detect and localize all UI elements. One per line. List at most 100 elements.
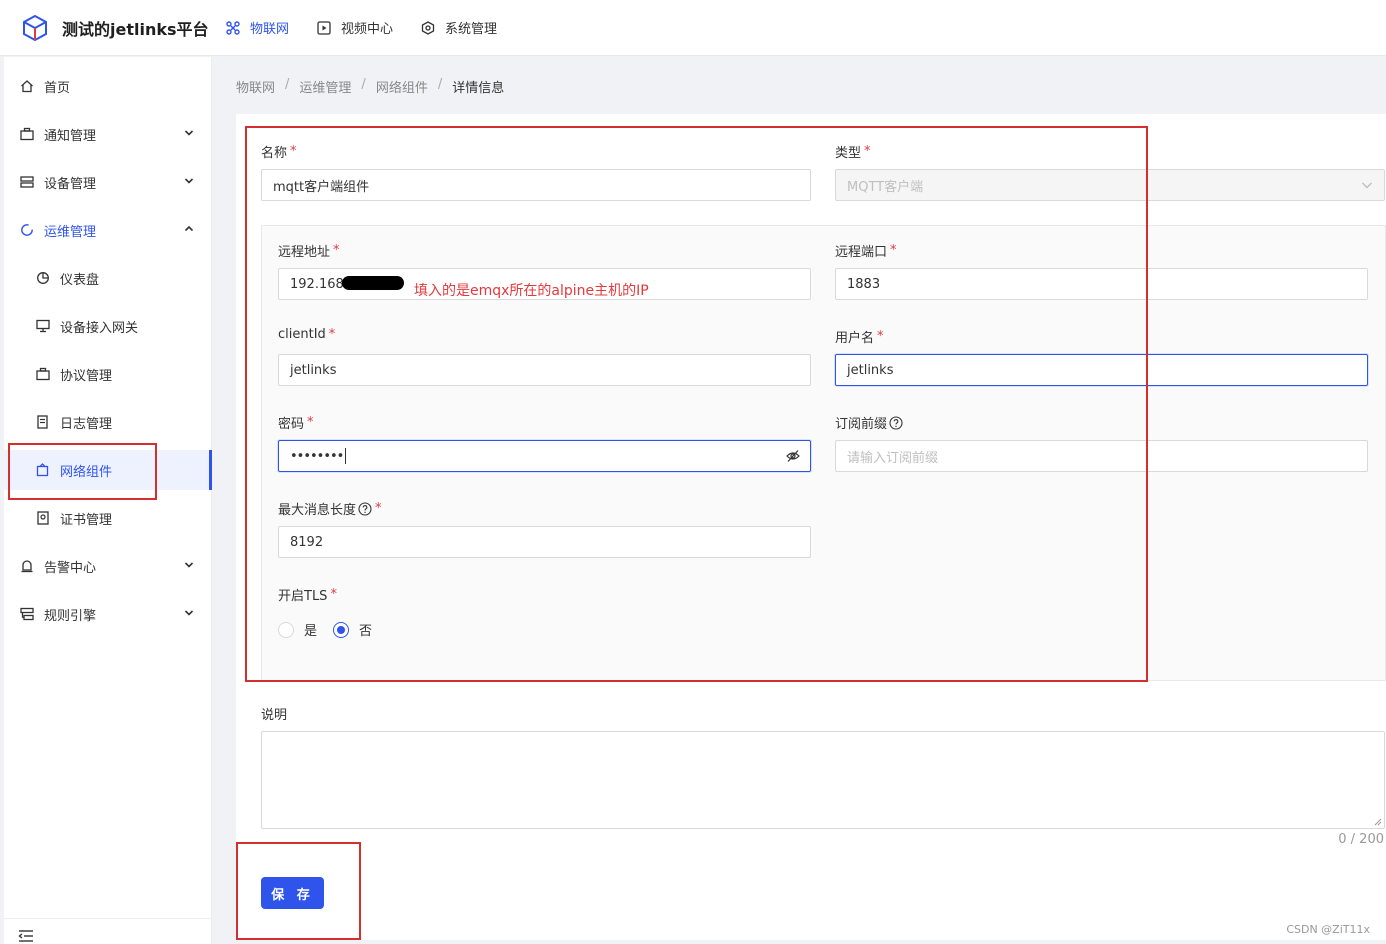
sidebar-item-gateway[interactable]: 设备接入网关 <box>4 306 212 346</box>
play-icon <box>317 20 331 35</box>
tls-label: 开启TLS * <box>278 587 337 604</box>
top-header: 测试的jetlinks平台 物联网 视频中心 系统管理 <box>0 0 1386 56</box>
eye-invisible-icon[interactable] <box>786 449 800 463</box>
chevron-down-icon <box>184 130 194 136</box>
sidebar-item-label: 日志管理 <box>60 416 113 432</box>
monitor-icon <box>36 319 50 333</box>
sidebar-item-notify[interactable]: 通知管理 <box>4 114 212 154</box>
chevron-down-icon <box>1362 182 1372 189</box>
remote-port-input[interactable]: 1883 <box>835 268 1368 300</box>
topic-prefix-input[interactable]: 请输入订阅前缀 <box>835 440 1368 472</box>
name-label: 名称 * <box>261 144 297 161</box>
top-nav: 物联网 视频中心 系统管理 <box>226 0 525 56</box>
network-component-icon <box>36 463 49 477</box>
redaction-mark <box>342 276 404 290</box>
sidebar-item-dashboard[interactable]: 仪表盘 <box>4 258 212 298</box>
pie-chart-icon <box>37 272 49 284</box>
clientid-label: clientId * <box>278 327 336 342</box>
briefcase-icon <box>20 127 34 141</box>
topnav-system-label: 系统管理 <box>445 22 498 37</box>
password-label: 密码 * <box>278 415 314 432</box>
username-label: 用户名 * <box>835 329 884 346</box>
password-input[interactable]: •••••••• <box>278 440 811 472</box>
description-label: 说明 <box>261 708 288 723</box>
breadcrumb-separator: / <box>285 77 290 92</box>
tls-no-radio[interactable]: 否 <box>333 620 372 639</box>
sidebar-item-ops[interactable]: 运维管理 <box>4 210 212 250</box>
topic-prefix-label: 订阅前缀 <box>835 413 903 432</box>
remote-port-label: 远程端口 * <box>835 243 897 260</box>
sidebar-item-label: 运维管理 <box>44 224 97 240</box>
sidebar: 首页 通知管理 设备管理 运维管理 仪表盘 设备接入网关 协议管理 日志管理 网… <box>4 57 212 944</box>
sidebar-item-home[interactable]: 首页 <box>4 66 212 106</box>
tls-yes-radio[interactable]: 是 <box>278 620 317 639</box>
chevron-down-icon <box>184 562 194 568</box>
topnav-video[interactable]: 视频中心 <box>317 0 393 56</box>
chevron-down-icon <box>184 610 194 616</box>
sidebar-item-alarm[interactable]: 告警中心 <box>4 546 212 586</box>
watermark: CSDN @ZiT11x <box>1286 923 1370 936</box>
breadcrumb-separator: / <box>437 77 443 92</box>
sidebar-item-label: 协议管理 <box>60 368 113 384</box>
grid-network-icon <box>226 20 240 35</box>
alarm-icon <box>21 560 33 573</box>
type-label: 类型 * <box>835 144 871 161</box>
chevron-down-icon <box>184 178 194 184</box>
settings-cube-icon <box>421 20 435 35</box>
certificate-icon <box>37 511 49 525</box>
topnav-iot-label: 物联网 <box>250 22 290 37</box>
type-select[interactable]: MQTT客户端 <box>835 169 1385 201</box>
remote-address-label: 远程地址 * <box>278 243 340 260</box>
sidebar-item-label: 规则引擎 <box>44 608 97 624</box>
sidebar-item-rules[interactable]: 规则引擎 <box>4 594 212 634</box>
breadcrumb: 物联网 / 运维管理 / 网络组件 / 详情信息 <box>236 77 504 96</box>
cube-logo-icon <box>23 14 47 41</box>
breadcrumb-separator: / <box>361 77 366 92</box>
breadcrumb-network[interactable]: 网络组件 <box>376 77 428 96</box>
sidebar-divider <box>4 918 212 919</box>
question-circle-icon[interactable] <box>358 501 372 516</box>
sidebar-item-logs[interactable]: 日志管理 <box>4 402 212 442</box>
rule-engine-icon <box>20 607 34 621</box>
sidebar-item-protocol[interactable]: 协议管理 <box>4 354 212 394</box>
topnav-system[interactable]: 系统管理 <box>421 0 497 56</box>
max-message-length-input[interactable]: 8192 <box>278 526 811 558</box>
username-input[interactable]: jetlinks <box>835 354 1368 386</box>
sidebar-item-label: 仪表盘 <box>60 272 100 288</box>
sidebar-item-label: 证书管理 <box>60 512 113 528</box>
topnav-iot[interactable]: 物联网 <box>226 0 289 56</box>
tls-radio-group: 是 否 <box>278 620 388 639</box>
sidebar-item-label: 首页 <box>44 80 71 96</box>
topnav-video-label: 视频中心 <box>341 22 394 37</box>
radio-circle-checked <box>333 621 350 638</box>
max-message-length-label: 最大消息长度 * <box>278 501 382 518</box>
breadcrumb-ops[interactable]: 运维管理 <box>299 77 351 96</box>
annotation-text: 填入的是emqx所在的alpine主机的IP <box>414 283 649 299</box>
menu-fold-icon[interactable] <box>18 929 34 943</box>
radio-circle <box>278 621 294 638</box>
breadcrumb-current: 详情信息 <box>452 81 505 96</box>
chevron-up-icon <box>184 225 194 232</box>
app-title: 测试的jetlinks平台 <box>62 19 209 39</box>
description-counter: 0 / 200 <box>1338 832 1384 847</box>
question-circle-icon[interactable] <box>889 415 903 430</box>
sidebar-item-network-component[interactable]: 网络组件 <box>4 450 212 490</box>
app-logo[interactable]: 测试的jetlinks平台 <box>0 13 226 43</box>
sidebar-item-label: 通知管理 <box>44 128 97 144</box>
description-textarea[interactable] <box>261 731 1385 829</box>
sidebar-item-label: 设备管理 <box>44 176 97 192</box>
resize-handle-icon[interactable] <box>1374 818 1382 826</box>
clientid-input[interactable]: jetlinks <box>278 354 811 386</box>
sidebar-item-label: 网络组件 <box>60 464 113 480</box>
ops-cycle-icon <box>21 224 33 236</box>
server-icon <box>20 176 34 188</box>
sidebar-item-devices[interactable]: 设备管理 <box>4 162 212 202</box>
sidebar-item-label: 告警中心 <box>44 560 97 576</box>
breadcrumb-iot[interactable]: 物联网 <box>236 77 275 96</box>
save-button[interactable]: 保 存 <box>261 877 324 909</box>
sidebar-item-certs[interactable]: 证书管理 <box>4 498 212 538</box>
briefcase-icon <box>36 367 50 381</box>
log-file-icon <box>37 415 48 429</box>
name-input[interactable]: mqtt客户端组件 <box>261 169 811 201</box>
home-icon <box>21 80 33 93</box>
